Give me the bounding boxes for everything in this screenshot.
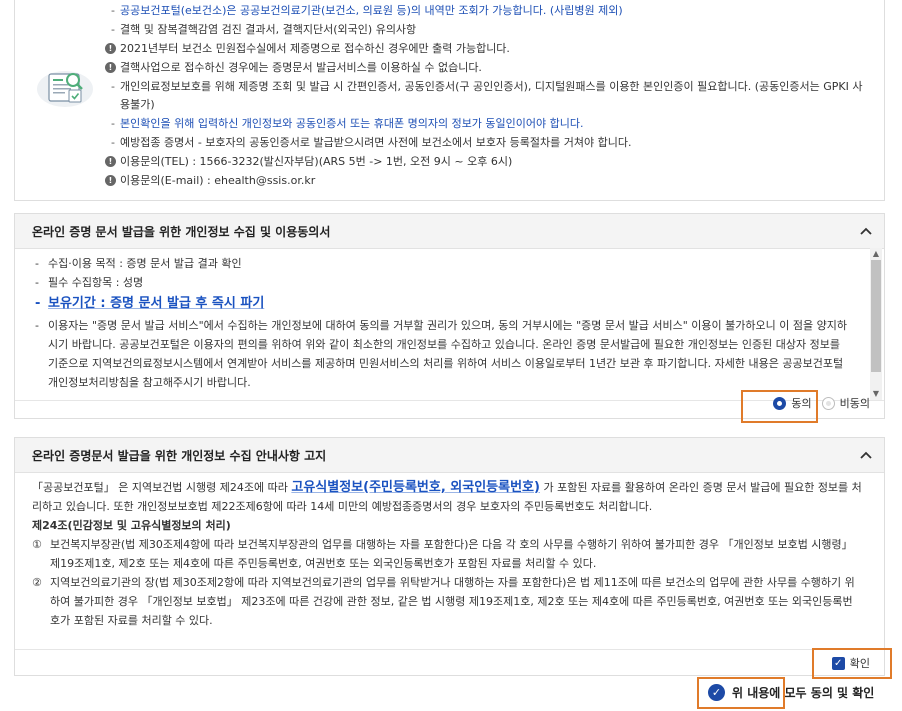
exclamation-icon: !: [105, 62, 116, 73]
info-item-text: 본인확인을 위해 입력하신 개인정보와 공동인증서 또는 휴대폰 명의자의 정보…: [120, 117, 584, 130]
article-item-number: ②: [32, 576, 42, 589]
privacy-notice-body: 「공공보건포털」 은 지역보건법 시행령 제24조에 따라 고유식별정보(주민등…: [32, 478, 862, 630]
article-item-text: 보건복지부장관(법 제30조제4항에 따라 보건복지부장관의 업무를 대행하는 …: [50, 538, 853, 570]
consent-scrollbar[interactable]: ▲ ▼: [870, 248, 882, 400]
info-item: - 예방접종 증명서 - 보호자의 공동인증서로 발급받으시려면 사전에 보건소에…: [105, 134, 865, 152]
bullet-dash: -: [111, 117, 115, 130]
agree-all-highlight-box: [697, 677, 785, 709]
radio-unselected-icon[interactable]: [821, 396, 835, 410]
service-notice-box: - 공공보건포털(e보건소)은 공공보건의료기관(보건소, 의료원 등)의 내역만…: [14, 0, 885, 201]
info-item: ! 이용문의(TEL) : 1566-3232(발신자부담)(ARS 5번 -> …: [105, 153, 865, 171]
bullet-dash: -: [111, 80, 115, 93]
info-item: - 개인의료정보보호를 위해 제증명 조회 및 발급 시 간편인증서, 공동인증서…: [105, 78, 865, 114]
consent-item: - 이용자는 "증명 문서 발급 서비스"에서 수집하는 개인정보에 대하여 동의…: [33, 316, 853, 392]
scroll-up-arrow-icon[interactable]: ▲: [870, 248, 882, 260]
consent-item-text: 이용자는 "증명 문서 발급 서비스"에서 수집하는 개인정보에 대하여 동의를…: [48, 319, 847, 389]
consent-item-text: 보유기간 : 증명 문서 발급 후 즉시 파기: [48, 296, 265, 311]
document-search-icon: [37, 71, 93, 107]
chevron-up-icon[interactable]: [858, 447, 874, 463]
info-item-text: 공공보건포털(e보건소)은 공공보건의료기관(보건소, 의료원 등)의 내역만 …: [120, 4, 623, 17]
privacy-consent-body[interactable]: - 수집·이용 목적 : 증명 문서 발급 결과 확인 - 필수 수집항목 : 성명 -…: [15, 248, 884, 400]
privacy-notice-header[interactable]: 온라인 증명문서 발급을 위한 개인정보 수집 안내사항 고지: [15, 438, 884, 473]
article-item: ② 지역보건의료기관의 장(법 제30조제2항에 따라 지역보건의료기관의 업무를…: [32, 573, 862, 630]
info-item-text: 이용문의(TEL) : 1566-3232(발신자부담)(ARS 5번 -> 1…: [120, 155, 513, 168]
consent-item: - 보유기간 : 증명 문서 발급 후 즉시 파기: [33, 294, 853, 313]
privacy-consent-list: - 수집·이용 목적 : 증명 문서 발급 결과 확인 - 필수 수집항목 : 성명 -…: [33, 254, 853, 392]
bullet-dash: -: [111, 136, 115, 149]
exclamation-icon: !: [105, 43, 116, 54]
notice-confirm-bar: ✓ 확인: [15, 649, 884, 677]
info-item: ! 결핵사업으로 접수하신 경우에는 증명문서 발급서비스를 이용하실 수 없습니…: [105, 59, 865, 77]
scroll-down-arrow-icon[interactable]: ▼: [870, 388, 882, 400]
article-items: ① 보건복지부장관(법 제30조제4항에 따라 보건복지부장관의 업무를 대행하는…: [32, 535, 862, 630]
bullet-dash: -: [35, 257, 39, 270]
agree-highlight-box: [741, 390, 818, 423]
article-heading: 제24조(민감정보 및 고유식별정보의 처리): [32, 519, 231, 532]
bullet-dash: -: [111, 23, 115, 36]
notice-text-start: 「공공보건포털」 은 지역보건법 시행령 제24조에 따라: [32, 481, 292, 494]
privacy-consent-panel: 온라인 증명 문서 발급을 위한 개인정보 수집 및 이용동의서 - 수집·이용 …: [14, 213, 885, 419]
info-item: ! 2021년부터 보건소 민원접수실에서 제증명으로 접수하신 경우에만 출력 …: [105, 40, 865, 58]
bullet-dash: -: [35, 319, 39, 332]
notice-paragraph: 「공공보건포털」 은 지역보건법 시행령 제24조에 따라 고유식별정보(주민등…: [32, 478, 862, 516]
info-item-text: 예방접종 증명서 - 보호자의 공동인증서로 발급받으시려면 사전에 보건소에서…: [120, 136, 632, 149]
article-item: ① 보건복지부장관(법 제30조제4항에 따라 보건복지부장관의 업무를 대행하는…: [32, 535, 862, 573]
bullet-dash: -: [35, 276, 39, 289]
info-item: - 공공보건포털(e보건소)은 공공보건의료기관(보건소, 의료원 등)의 내역만…: [105, 2, 865, 20]
disagree-radio[interactable]: 비동의: [821, 395, 870, 411]
scroll-thumb[interactable]: [871, 260, 881, 372]
consent-item-text: 필수 수집항목 : 성명: [48, 276, 144, 289]
unique-id-info-emphasis: 고유식별정보(주민등록번호, 외국인등록번호): [291, 480, 540, 495]
info-item-text: 2021년부터 보건소 민원접수실에서 제증명으로 접수하신 경우에만 출력 가…: [120, 42, 510, 55]
consent-item: - 수집·이용 목적 : 증명 문서 발급 결과 확인: [33, 254, 853, 273]
privacy-consent-header[interactable]: 온라인 증명 문서 발급을 위한 개인정보 수집 및 이용동의서: [15, 214, 884, 249]
service-notice-list: - 공공보건포털(e보건소)은 공공보건의료기관(보건소, 의료원 등)의 내역만…: [105, 2, 865, 191]
info-item-text: 이용문의(E-mail) : ehealth@ssis.or.kr: [120, 174, 316, 187]
bullet-dash: -: [111, 4, 115, 17]
consent-item: - 필수 수집항목 : 성명: [33, 273, 853, 292]
privacy-consent-title: 온라인 증명 문서 발급을 위한 개인정보 수집 및 이용동의서: [32, 225, 331, 239]
info-item: ! 이용문의(E-mail) : ehealth@ssis.or.kr: [105, 172, 865, 190]
exclamation-icon: !: [105, 175, 116, 186]
bullet-dash: -: [35, 296, 41, 311]
info-item-text: 결핵사업으로 접수하신 경우에는 증명문서 발급서비스를 이용하실 수 없습니다…: [120, 61, 482, 74]
info-item-text: 개인의료정보보호를 위해 제증명 조회 및 발급 시 간편인증서, 공동인증서(…: [120, 80, 863, 111]
consent-item-text: 수집·이용 목적 : 증명 문서 발급 결과 확인: [48, 257, 242, 270]
info-item: - 본인확인을 위해 입력하신 개인정보와 공동인증서 또는 휴대폰 명의자의 정…: [105, 115, 865, 133]
chevron-up-icon[interactable]: [858, 223, 874, 239]
privacy-notice-panel: 온라인 증명문서 발급을 위한 개인정보 수집 안내사항 고지 「공공보건포털」…: [14, 437, 885, 676]
disagree-label: 비동의: [839, 397, 870, 410]
info-item-text: 결핵 및 잠복결핵감염 검진 결과서, 결핵지단서(외국인) 유의사항: [120, 23, 417, 36]
exclamation-icon: !: [105, 156, 116, 167]
confirm-highlight-box: [812, 648, 892, 679]
privacy-notice-title: 온라인 증명문서 발급을 위한 개인정보 수집 안내사항 고지: [32, 449, 327, 463]
article-item-text: 지역보건의료기관의 장(법 제30조제2항에 따라 지역보건의료기관의 업무를 …: [50, 576, 855, 627]
article-item-number: ①: [32, 538, 42, 551]
info-item: - 결핵 및 잠복결핵감염 검진 결과서, 결핵지단서(외국인) 유의사항: [105, 21, 865, 39]
